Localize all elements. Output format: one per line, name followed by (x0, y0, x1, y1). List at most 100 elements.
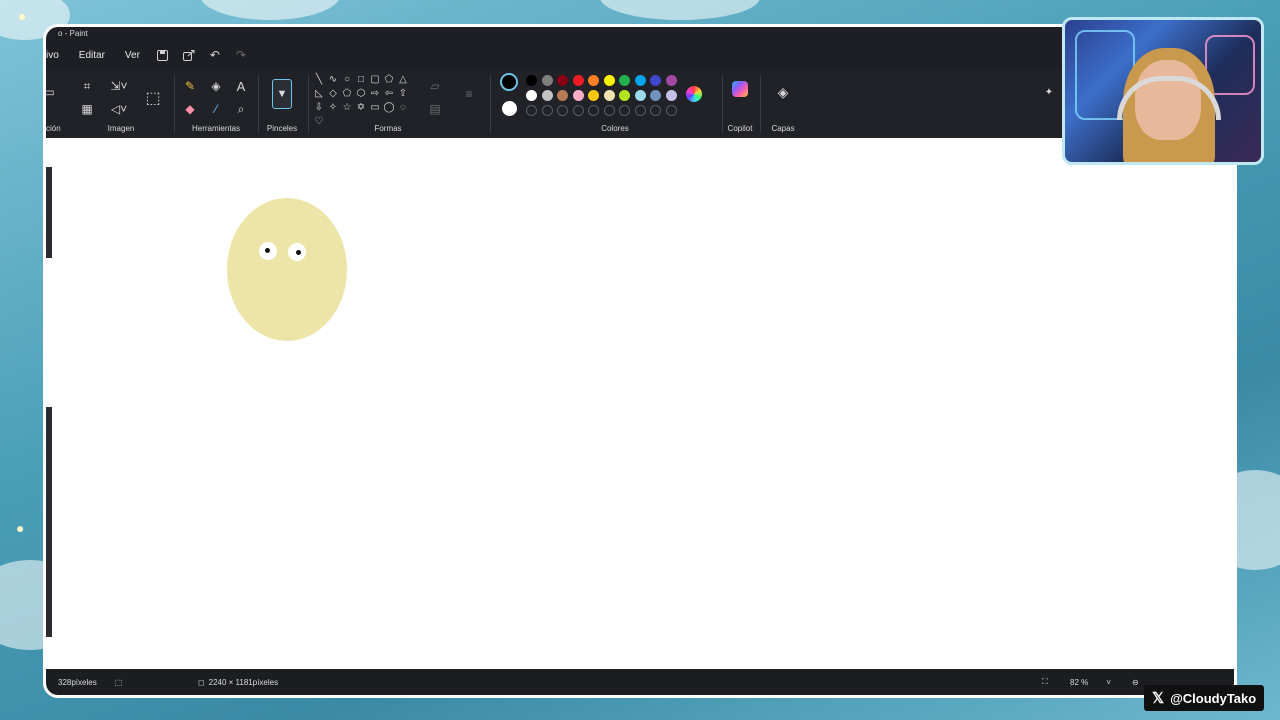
custom-color-slot[interactable] (665, 105, 677, 116)
line-shape-icon[interactable]: ╲ (312, 73, 326, 87)
arrow-up-shape-icon[interactable]: ⇧ (396, 87, 410, 101)
custom-color-slot[interactable] (588, 105, 599, 116)
pencil-icon[interactable]: ✎ (181, 77, 199, 95)
custom-color-slot[interactable] (619, 105, 630, 116)
outline-icon[interactable]: ▱ (426, 77, 444, 95)
color-swatch[interactable] (572, 75, 584, 86)
color-swatch[interactable] (541, 90, 553, 101)
fit-to-window-icon[interactable]: ⛶ (1042, 669, 1048, 695)
zoom-out-icon[interactable]: ⊖ (1132, 669, 1139, 695)
ribbon-divider (258, 75, 259, 133)
color-swatch[interactable] (665, 75, 677, 86)
background-cloud (600, 0, 760, 20)
custom-color-slot[interactable] (650, 105, 661, 116)
custom-color-slot[interactable] (572, 105, 584, 116)
image-remove-background-icon[interactable]: ⬚ (142, 87, 164, 109)
color-swatch[interactable] (634, 90, 646, 101)
text-icon[interactable]: A (232, 77, 250, 95)
x-logo-icon: 𝕏 (1152, 690, 1165, 707)
color-swatch[interactable] (619, 75, 630, 86)
sparkle-icon[interactable]: ✦ (1040, 83, 1058, 101)
rotate-icon[interactable]: ◁˅ (106, 100, 132, 118)
drawing-canvas[interactable] (46, 138, 1234, 669)
group-label-colors: Colores (601, 124, 629, 133)
six-point-star-shape-icon[interactable]: ✡ (354, 101, 368, 115)
selection-size-icon: ⬚ (114, 677, 123, 687)
color-swatch[interactable] (634, 75, 646, 86)
custom-color-slot[interactable] (557, 105, 568, 116)
secondary-color-swatch[interactable] (502, 101, 517, 116)
rounded-rectangle-shape-icon[interactable]: ▢ (368, 73, 382, 87)
pentagon-shape-icon[interactable]: ⬠ (340, 87, 354, 101)
color-swatch[interactable] (541, 75, 553, 86)
menu-file[interactable]: ivo (46, 50, 69, 61)
color-swatch[interactable] (603, 90, 615, 101)
custom-color-slot[interactable] (526, 105, 537, 116)
color-swatch[interactable] (619, 90, 630, 101)
callout-cloud-shape-icon[interactable]: ◌ (396, 101, 410, 115)
callout-oval-shape-icon[interactable]: ◯ (382, 101, 396, 115)
heart-shape-icon[interactable]: ♡ (312, 115, 326, 129)
zoom-select[interactable]: 82 % ˅ (1070, 669, 1111, 695)
share-icon[interactable] (176, 44, 202, 66)
color-swatch[interactable] (526, 75, 537, 86)
magnifier-icon[interactable]: ⌕ (232, 100, 250, 118)
color-picker-icon[interactable]: ⁄ (207, 100, 225, 118)
sparkle-icon: ● (16, 520, 25, 536)
color-swatch[interactable] (557, 90, 568, 101)
fill-style-icon[interactable]: ▤ (426, 100, 444, 118)
color-swatch[interactable] (526, 90, 537, 101)
custom-color-slot[interactable] (634, 105, 646, 116)
selection-icon[interactable]: ▭ (46, 83, 58, 101)
polygon-shape-icon[interactable]: ⬠ (382, 73, 396, 87)
color-swatch[interactable] (588, 90, 599, 101)
callout-rect-shape-icon[interactable]: ▭ (368, 101, 382, 115)
right-triangle-shape-icon[interactable]: ◺ (312, 87, 326, 101)
canvas-size-text: 2240 × 1181píxeles (208, 677, 279, 687)
color-swatch[interactable] (557, 75, 568, 86)
ribbon-divider (490, 75, 491, 133)
hexagon-shape-icon[interactable]: ⬡ (354, 87, 368, 101)
color-swatch[interactable] (650, 75, 661, 86)
primary-color-swatch[interactable] (500, 73, 518, 91)
cursor-position-text: 328píxeles (58, 677, 97, 687)
custom-color-slot[interactable] (603, 105, 615, 116)
edit-colors-icon[interactable] (686, 86, 702, 102)
social-handle-text: @CloudyTako (1170, 690, 1257, 706)
cursor-position: 328píxeles ⬚ (58, 669, 122, 695)
menu-view[interactable]: Ver (115, 50, 150, 61)
color-swatch[interactable] (572, 90, 584, 101)
arrow-right-shape-icon[interactable]: ⇨ (368, 87, 382, 101)
curve-shape-icon[interactable]: ∿ (326, 73, 340, 87)
arrow-down-shape-icon[interactable]: ⇩ (312, 101, 326, 115)
diamond-shape-icon[interactable]: ◇ (326, 87, 340, 101)
menu-edit[interactable]: Editar (69, 50, 115, 61)
five-point-star-shape-icon[interactable]: ☆ (340, 101, 354, 115)
stroke-size-icon[interactable]: ≡ (460, 85, 478, 103)
color-swatch[interactable] (603, 75, 615, 86)
rectangle-shape-icon[interactable]: □ (354, 73, 368, 87)
arrow-left-shape-icon[interactable]: ⇦ (382, 87, 396, 101)
layers-icon[interactable]: ◈ (774, 83, 792, 101)
group-label-brushes: Pinceles (266, 124, 298, 133)
group-colors: Colores (494, 69, 720, 138)
group-layers: ◈ Capas (764, 69, 802, 138)
color-swatch[interactable] (665, 90, 677, 101)
undo-icon[interactable]: ↶ (202, 44, 228, 66)
custom-color-slot[interactable] (541, 105, 553, 116)
color-swatch[interactable] (650, 90, 661, 101)
copilot-icon[interactable] (732, 81, 748, 97)
redo-icon[interactable]: ↷ (228, 44, 254, 66)
resize-icon[interactable]: ⇲˅ (106, 77, 132, 95)
brush-icon[interactable]: ▼ (272, 79, 292, 109)
triangle-shape-icon[interactable]: △ (396, 73, 410, 87)
fill-icon[interactable]: ◈ (207, 77, 225, 95)
crop-icon[interactable]: ⌗ (78, 77, 96, 95)
oval-shape-icon[interactable]: ○ (340, 73, 354, 87)
select-all-icon[interactable]: ▦ (78, 100, 96, 118)
eraser-icon[interactable]: ◆ (181, 100, 199, 118)
four-point-star-shape-icon[interactable]: ✧ (326, 101, 340, 115)
save-icon[interactable] (150, 44, 176, 66)
color-swatch[interactable] (588, 75, 599, 86)
group-tools: ✎ ◈ A ◆ ⁄ ⌕ Herramientas (178, 69, 254, 138)
